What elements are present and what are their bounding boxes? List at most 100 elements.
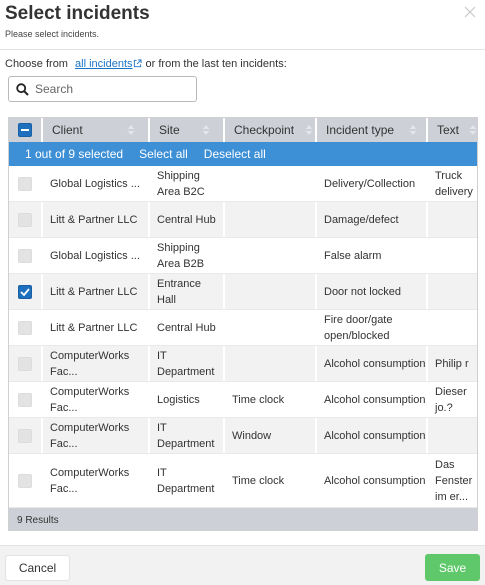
dialog-footer: Cancel Save <box>0 545 485 585</box>
cell-site: IT Department <box>150 346 225 381</box>
cell-client: Global Logistics ... <box>43 238 150 273</box>
row-checkbox[interactable] <box>18 320 32 335</box>
cell-site: Logistics <box>150 382 225 417</box>
cell-checkpoint: Time clock <box>225 454 317 507</box>
table-row[interactable]: Global Logistics ... Shipping Area B2C D… <box>9 166 477 202</box>
close-icon[interactable] <box>463 5 477 19</box>
row-checkbox-cell[interactable] <box>9 418 43 453</box>
row-checkbox[interactable] <box>18 356 32 371</box>
column-label-client: Client <box>52 123 83 137</box>
dialog-header: Select incidents Please select incidents… <box>0 0 485 50</box>
cell-client: Litt & Partner LLC <box>43 274 150 309</box>
all-incidents-link[interactable]: all incidents <box>75 58 132 70</box>
cell-incident-type: False alarm <box>317 238 428 273</box>
table-body: Global Logistics ... Shipping Area B2C D… <box>9 166 477 508</box>
cell-incident-type: Delivery/Collection <box>317 166 428 201</box>
column-label-checkpoint: Checkpoint <box>234 123 295 137</box>
table-row[interactable]: ComputerWorks Fac... IT Department Time … <box>9 454 477 508</box>
table-row[interactable]: Global Logistics ... Shipping Area B2B F… <box>9 238 477 274</box>
row-checkbox-cell[interactable] <box>9 454 43 507</box>
cell-checkpoint <box>225 202 317 237</box>
select-all-checkbox-cell[interactable] <box>9 118 43 142</box>
row-checkbox[interactable] <box>18 212 32 227</box>
table-row[interactable]: Litt & Partner LLC Central Hub Fire door… <box>9 310 477 346</box>
cell-incident-type: Alcohol consumption <box>317 346 428 381</box>
incidents-table: Client Site Checkpoint Incident type Tex… <box>8 117 478 531</box>
row-checkbox[interactable] <box>18 473 32 488</box>
cell-text <box>428 418 477 453</box>
row-checkbox-cell[interactable] <box>9 238 43 273</box>
selection-count: 1 out of 9 selected <box>25 147 124 161</box>
row-checkbox-cell[interactable] <box>9 346 43 381</box>
cell-checkpoint: Time clock <box>225 382 317 417</box>
cell-text: Philip r <box>428 346 477 381</box>
column-header-client[interactable]: Client <box>43 118 150 142</box>
dialog-title: Select incidents <box>5 3 150 24</box>
cell-client: ComputerWorks Fac... <box>43 382 150 417</box>
table-row[interactable]: ComputerWorks Fac... IT Department Alcoh… <box>9 346 477 382</box>
table-row[interactable]: ComputerWorks Fac... IT Department Windo… <box>9 418 477 454</box>
save-button[interactable]: Save <box>425 554 480 581</box>
table-row[interactable]: Litt & Partner LLC Entrance Hall Door no… <box>9 274 477 310</box>
row-checkbox-cell[interactable] <box>9 166 43 201</box>
external-link-icon[interactable] <box>133 59 142 68</box>
selection-bar: 1 out of 9 selected Select all Deselect … <box>9 142 477 166</box>
cell-checkpoint <box>225 166 317 201</box>
sort-icon[interactable] <box>202 125 210 135</box>
cell-checkpoint <box>225 346 317 381</box>
cell-client: ComputerWorks Fac... <box>43 454 150 507</box>
table-row[interactable]: Litt & Partner LLC Central Hub Damage/de… <box>9 202 477 238</box>
column-label-text: Text <box>437 123 460 137</box>
cell-text: Truck delivery <box>435 169 473 198</box>
cell-client: Global Logistics ... <box>43 166 150 201</box>
row-checkbox[interactable] <box>18 428 32 443</box>
table-row[interactable]: ComputerWorks Fac... Logistics Time cloc… <box>9 382 477 418</box>
cell-incident-type: Damage/defect <box>317 202 428 237</box>
row-checkbox-cell[interactable] <box>9 274 43 309</box>
header-checkbox[interactable] <box>18 123 32 137</box>
select-all-button[interactable]: Select all <box>139 147 188 161</box>
cell-text <box>428 274 477 309</box>
cell-checkpoint <box>225 238 317 273</box>
search-icon <box>16 83 29 96</box>
sort-icon[interactable] <box>409 125 417 135</box>
table-header: Client Site Checkpoint Incident type Tex… <box>9 118 477 142</box>
row-checkbox-cell[interactable] <box>9 202 43 237</box>
cell-text <box>428 202 477 237</box>
check-icon <box>20 287 30 296</box>
sort-icon[interactable] <box>469 125 477 135</box>
cell-checkpoint <box>225 274 317 309</box>
cell-client: Litt & Partner LLC <box>43 202 150 237</box>
row-checkbox-cell[interactable] <box>9 382 43 417</box>
deselect-all-button[interactable]: Deselect all <box>204 147 266 161</box>
sort-icon[interactable] <box>305 125 313 135</box>
column-label-incident-type: Incident type <box>326 123 395 137</box>
cancel-button[interactable]: Cancel <box>5 555 70 581</box>
cell-text: Dieser jo.? <box>435 385 467 414</box>
cell-site: IT Department <box>150 454 225 507</box>
row-checkbox[interactable] <box>18 248 32 263</box>
cell-incident-type: Alcohol consumption <box>317 382 428 417</box>
cell-site: Central Hub <box>150 310 225 345</box>
sort-icon[interactable] <box>127 125 135 135</box>
column-header-site[interactable]: Site <box>150 118 225 142</box>
row-checkbox-checked[interactable] <box>18 284 32 299</box>
search-input[interactable] <box>35 80 190 98</box>
choose-suffix: or from the last ten incidents: <box>145 58 287 70</box>
row-checkbox[interactable] <box>18 392 32 407</box>
cell-incident-type: Alcohol consumption <box>317 418 428 453</box>
cell-site: Shipping Area B2C <box>150 166 225 201</box>
column-header-text[interactable]: Text <box>428 118 477 142</box>
cell-incident-type: Fire door/gate open/blocked <box>317 310 428 345</box>
cell-checkpoint <box>225 310 317 345</box>
column-label-site: Site <box>159 123 180 137</box>
choose-prefix: Choose from <box>5 58 68 70</box>
dialog-subtitle: Please select incidents. <box>5 29 100 39</box>
column-header-checkpoint[interactable]: Checkpoint <box>225 118 317 142</box>
column-header-incident-type[interactable]: Incident type <box>317 118 428 142</box>
row-checkbox[interactable] <box>18 176 32 191</box>
row-checkbox-cell[interactable] <box>9 310 43 345</box>
choose-source-text: Choose from all incidents or from the las… <box>5 58 287 70</box>
cell-text <box>428 310 477 345</box>
search-box[interactable] <box>8 76 197 102</box>
